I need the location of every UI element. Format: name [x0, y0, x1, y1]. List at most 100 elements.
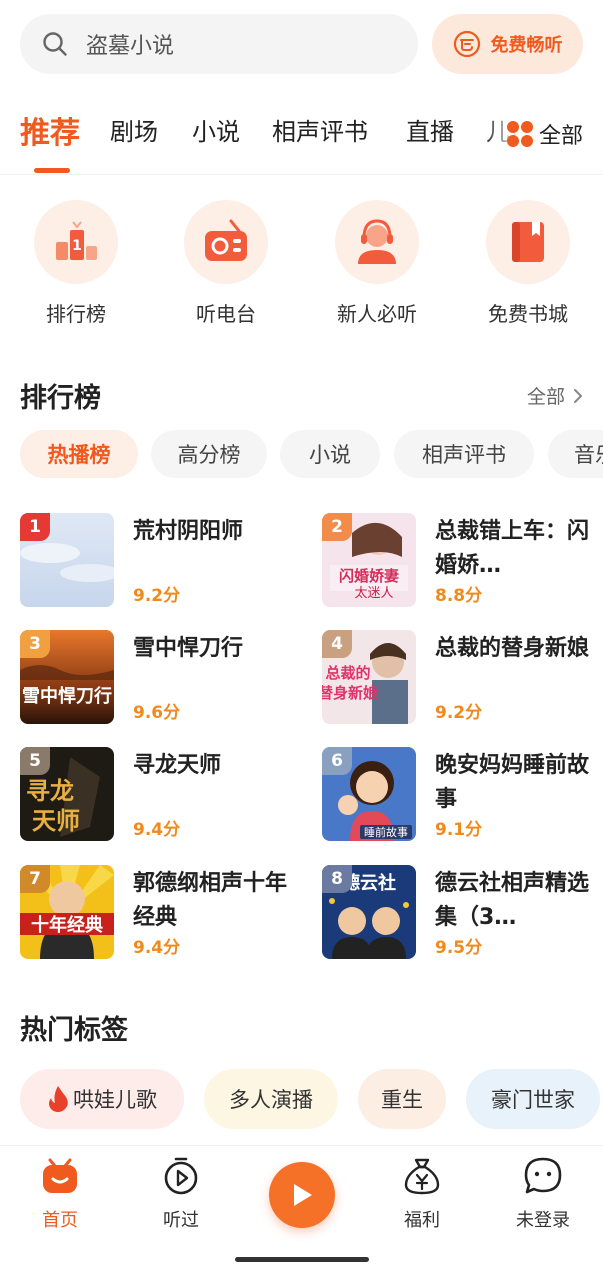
free-badge-icon [453, 30, 480, 58]
tab-crosstalk[interactable]: 相声评书 [272, 112, 368, 147]
nav-label: 首页 [42, 1210, 78, 1231]
chip-music[interactable]: 音乐 [548, 430, 603, 478]
book-title: 雪中悍刀行 [133, 636, 244, 661]
search-icon [43, 32, 67, 56]
ranking-chips: 热播榜 高分榜 小说 相声评书 音乐 [20, 430, 603, 480]
quick-entry-newbie[interactable]: 新人必听 [327, 200, 427, 327]
svg-text:十年经典: 十年经典 [31, 914, 103, 936]
svg-text:总裁的: 总裁的 [325, 664, 370, 682]
book-title: 寻龙天师 [133, 753, 222, 778]
book-score: 9.1分 [435, 820, 483, 840]
book-title: 德云社相声精选集（3… [435, 871, 590, 930]
nav-home[interactable]: 首页 [20, 1156, 100, 1232]
chat-face-icon [524, 1157, 562, 1194]
all-categories-button[interactable]: 全部 [483, 104, 603, 164]
rank-badge: 5 [20, 747, 50, 775]
home-indicator [235, 1257, 369, 1262]
money-bag-icon [404, 1158, 440, 1195]
flame-icon [49, 1086, 68, 1112]
tab-theater[interactable]: 剧场 [110, 112, 158, 147]
ranking-item[interactable]: 闪婚娇妻 太迷人 2 总裁错上车：闪婚娇… 8.8分 [322, 513, 602, 609]
chip-hot[interactable]: 热播榜 [20, 430, 138, 478]
ranking-item[interactable]: 雪中悍刀行 3 雪中悍刀行 9.6分 [20, 630, 300, 726]
svg-text:雪中悍刀行: 雪中悍刀行 [22, 685, 112, 707]
quick-entry-icon-bg: 1 [34, 200, 118, 284]
book-score: 9.4分 [133, 820, 181, 840]
tag-wealthy-family[interactable]: 豪门世家 [466, 1069, 600, 1129]
rank-badge: 7 [20, 865, 50, 893]
free-listen-label: 免费畅听 [490, 35, 563, 56]
svg-text:天师: 天师 [32, 807, 80, 835]
chip-crosstalk[interactable]: 相声评书 [394, 430, 534, 478]
ranking-item[interactable]: 睡前故事 6 晚安妈妈睡前故事 9.1分 [322, 747, 602, 843]
book-title: 晚安妈妈睡前故事 [435, 753, 590, 812]
bottom-nav: 首页 听过 福利 未登录 [0, 1145, 603, 1280]
quick-entry-label: 听电台 [196, 302, 256, 326]
free-listen-button[interactable]: 免费畅听 [432, 14, 583, 74]
tab-novel[interactable]: 小说 [192, 112, 240, 147]
svg-text:睡前故事: 睡前故事 [364, 825, 408, 839]
svg-text:1: 1 [72, 238, 82, 254]
quick-entry-icon-bg [486, 200, 570, 284]
svg-text:太迷人: 太迷人 [354, 586, 393, 601]
home-icon [43, 1158, 77, 1193]
quick-entry-icon-bg [184, 200, 268, 284]
book-score: 9.2分 [435, 703, 483, 723]
play-icon [294, 1184, 312, 1206]
book-title: 郭德纲相声十年经典 [133, 871, 288, 930]
ranking-item[interactable]: 德云社 8 德云社相声精选集（3… 9.5分 [322, 865, 602, 961]
book-icon [512, 222, 544, 262]
rank-badge: 1 [20, 513, 50, 541]
tab-live[interactable]: 直播 [406, 112, 454, 147]
chip-high-score[interactable]: 高分榜 [151, 430, 267, 478]
search-placeholder: 盗墓小说 [86, 34, 175, 59]
chip-novel[interactable]: 小说 [280, 430, 380, 478]
book-title: 荒村阴阳师 [133, 519, 244, 544]
nav-profile[interactable]: 未登录 [503, 1156, 583, 1232]
tag-multi-cast[interactable]: 多人演播 [204, 1069, 338, 1129]
rank-badge: 4 [322, 630, 352, 658]
search-box[interactable]: 盗墓小说 [20, 14, 418, 74]
book-title: 总裁错上车：闪婚娇… [435, 519, 590, 578]
quick-entry-free-books[interactable]: 免费书城 [478, 200, 578, 327]
book-score: 9.2分 [133, 586, 181, 606]
nav-label: 听过 [163, 1210, 199, 1231]
tag-rebirth[interactable]: 重生 [358, 1069, 446, 1129]
quick-entry-label: 新人必听 [337, 302, 417, 326]
nav-welfare[interactable]: 福利 [382, 1156, 462, 1232]
radio-icon [205, 219, 247, 261]
rank-badge: 8 [322, 865, 352, 893]
ranking-item[interactable]: 总裁的 替身新娘 4 总裁的替身新娘 9.2分 [322, 630, 602, 726]
book-score: 9.5分 [435, 938, 483, 958]
ranking-item[interactable]: 十年经典 7 郭德纲相声十年经典 9.4分 [20, 865, 300, 961]
ranking-item[interactable]: 寻龙 天师 5 寻龙天师 9.4分 [20, 747, 300, 843]
quick-entry-icon-bg [335, 200, 419, 284]
book-score: 9.4分 [133, 938, 181, 958]
tag-lullaby[interactable]: 哄娃儿歌 [20, 1069, 184, 1129]
book-score: 8.8分 [435, 586, 483, 606]
ranking-section-title: 排行榜 [20, 383, 101, 414]
ranking-item[interactable]: 1 荒村阴阳师 9.2分 [20, 513, 300, 609]
svg-text:闪婚娇妻: 闪婚娇妻 [339, 567, 399, 585]
all-categories-label: 全部 [538, 124, 583, 149]
rank-badge: 6 [322, 747, 352, 775]
rank-badge: 3 [20, 630, 50, 658]
svg-text:替身新娘: 替身新娘 [322, 684, 379, 702]
quick-entry-label: 免费书城 [488, 302, 568, 326]
quick-entry-ranking[interactable]: 1 排行榜 [26, 200, 126, 327]
hot-tags-title: 热门标签 [20, 1015, 128, 1046]
grid-dots-icon [506, 121, 533, 147]
podium-icon: 1 [56, 221, 97, 260]
rank-badge: 2 [322, 513, 352, 541]
play-button[interactable] [269, 1162, 335, 1228]
tab-recommend[interactable]: 推荐 [20, 108, 80, 152]
book-title: 总裁的替身新娘 [435, 636, 590, 661]
nav-label: 未登录 [516, 1210, 570, 1231]
nav-history[interactable]: 听过 [141, 1156, 221, 1232]
category-tabs: 推荐 剧场 小说 相声评书 直播 儿童 全部 [0, 104, 603, 174]
nav-label: 福利 [404, 1210, 440, 1231]
ranking-more-link[interactable]: 全部 [527, 382, 583, 409]
svg-text:寻龙: 寻龙 [26, 777, 74, 805]
quick-entry-radio[interactable]: 听电台 [176, 200, 276, 327]
ranking-more-label: 全部 [526, 386, 565, 408]
